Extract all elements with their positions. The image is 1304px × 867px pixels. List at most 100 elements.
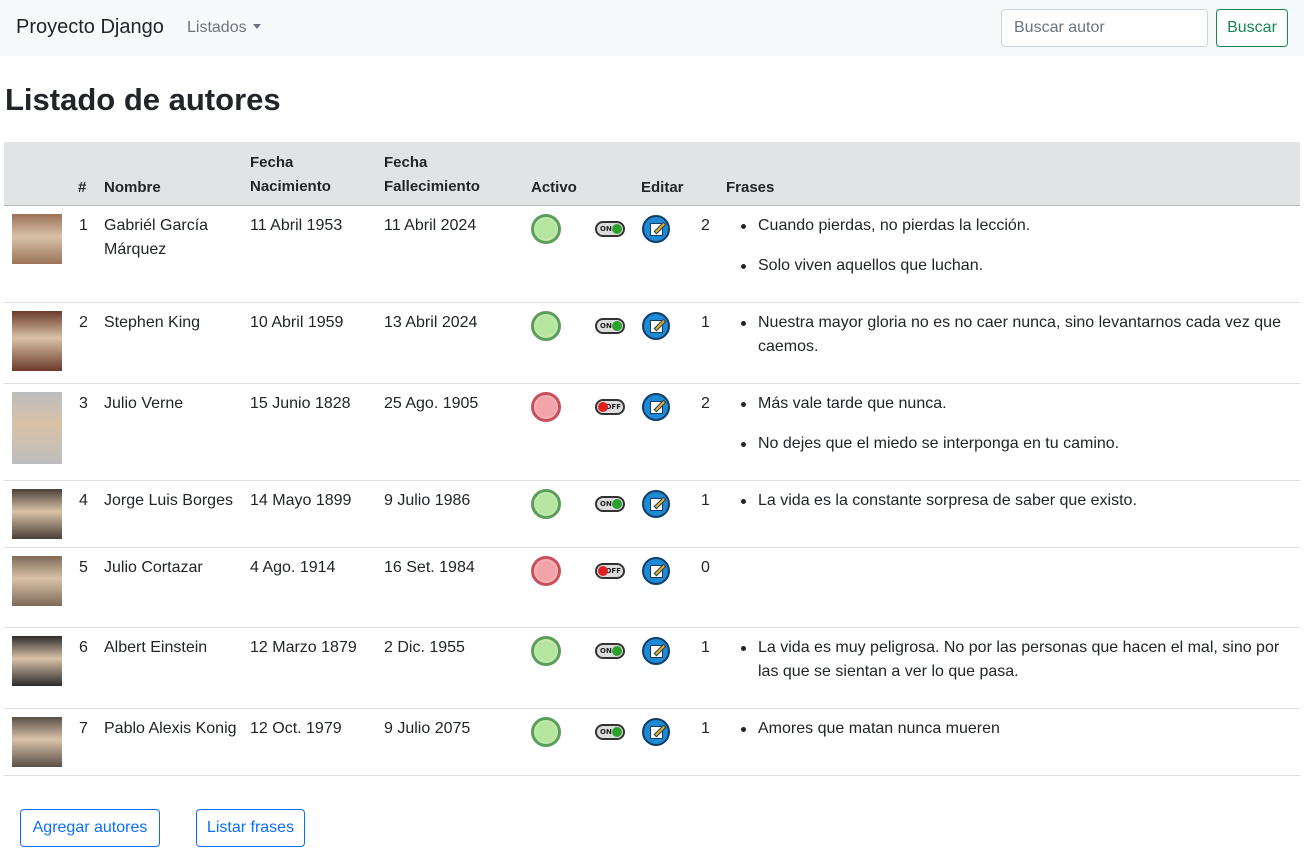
- toggle-knob: [612, 499, 622, 509]
- header-activo: Activo: [531, 179, 577, 196]
- author-name: Pablo Alexis Konig: [104, 717, 244, 741]
- author-num: 5: [79, 559, 88, 576]
- author-birth-date: 4 Ago. 1914: [250, 559, 336, 576]
- table-header: # Nombre Fecha Nacimiento Fecha Fallecim…: [4, 142, 1300, 206]
- phrases-list: La vida es la constante sorpresa de sabe…: [738, 489, 1283, 529]
- author-num: 2: [79, 314, 88, 331]
- phrase-count: 1: [701, 720, 710, 737]
- author-name-line1: Stephen King: [104, 314, 201, 331]
- author-name: Jorge Luis Borges: [104, 489, 244, 513]
- toggle-label: ON: [600, 728, 612, 736]
- toggle-knob: [612, 321, 622, 331]
- author-photo: [12, 214, 62, 264]
- phrases-list: Cuando pierdas, no pierdas la lección. So…: [738, 214, 1283, 294]
- edit-author-icon[interactable]: [642, 557, 670, 585]
- author-birth-date: 15 Junio 1828: [250, 395, 351, 412]
- header-num: #: [78, 179, 87, 196]
- author-name: Julio Verne: [104, 392, 244, 416]
- listados-dropdown[interactable]: Listados: [187, 19, 261, 37]
- active-status-icon: [531, 214, 561, 244]
- table-row: 2 Stephen King 10 Abril 1959 13 Abril 20…: [4, 303, 1300, 384]
- frase-item: Amores que matan nunca mueren: [738, 717, 1283, 741]
- header-nombre: Nombre: [104, 179, 161, 196]
- author-name-line1: Pablo Alexis Konig: [104, 720, 237, 737]
- toggle-active-switch[interactable]: ON: [595, 318, 625, 334]
- author-name-line1: Jorge Luis Borges: [104, 492, 233, 509]
- author-name-line1: Albert Einstein: [104, 639, 208, 656]
- frase-item: La vida es la constante sorpresa de sabe…: [738, 489, 1283, 513]
- page-title: Listado de autores: [5, 82, 281, 117]
- toggle-active-switch[interactable]: ON: [595, 221, 625, 237]
- author-death-date: 13 Abril 2024: [384, 314, 478, 331]
- active-status-icon: [531, 311, 561, 341]
- toggle-knob: [612, 727, 622, 737]
- toggle-knob: [612, 646, 622, 656]
- active-status-icon: [531, 489, 561, 519]
- author-birth-date: 10 Abril 1959: [250, 314, 344, 331]
- search-button[interactable]: Buscar: [1216, 9, 1288, 47]
- edit-author-icon[interactable]: [642, 215, 670, 243]
- toggle-active-switch[interactable]: ON: [595, 643, 625, 659]
- navbar-brand[interactable]: Proyecto Django: [16, 16, 164, 39]
- edit-author-icon[interactable]: [642, 637, 670, 665]
- toggle-knob: [612, 224, 622, 234]
- inactive-status-icon: [531, 392, 561, 422]
- table-row: 7 Pablo Alexis Konig 12 Oct. 1979 9 Juli…: [4, 709, 1300, 776]
- author-num: 7: [79, 720, 88, 737]
- author-name: Gabriél García Márquez: [104, 214, 244, 262]
- author-num: 4: [79, 492, 88, 509]
- author-death-date: 16 Set. 1984: [384, 559, 475, 576]
- author-name: Albert Einstein: [104, 636, 244, 660]
- author-name: Julio Cortazar: [104, 556, 244, 580]
- inactive-status-icon: [531, 556, 561, 586]
- edit-author-icon[interactable]: [642, 718, 670, 746]
- phrase-count: 1: [701, 639, 710, 656]
- list-phrases-button[interactable]: Listar frases: [196, 809, 305, 847]
- author-photo: [12, 636, 62, 686]
- author-name: Stephen King: [104, 311, 244, 335]
- listados-dropdown-label: Listados: [187, 19, 247, 36]
- navbar: Proyecto Django Listados Buscar: [0, 0, 1304, 56]
- caret-down-icon: [252, 24, 261, 29]
- phrase-count: 1: [701, 314, 710, 331]
- frase-item: La vida es muy peligrosa. No por las per…: [738, 636, 1283, 684]
- toggle-active-switch[interactable]: ON: [595, 724, 625, 740]
- header-fecha-fallecimiento-2: Fallecimiento: [384, 178, 480, 195]
- search-input[interactable]: [1001, 9, 1208, 47]
- edit-author-icon[interactable]: [642, 312, 670, 340]
- header-fecha-nacimiento-1: Fecha: [250, 154, 294, 171]
- table-row: 6 Albert Einstein 12 Marzo 1879 2 Dic. 1…: [4, 628, 1300, 709]
- phrase-count: 1: [701, 492, 710, 509]
- author-death-date: 25 Ago. 1905: [384, 395, 479, 412]
- phrase-count: 2: [701, 395, 710, 412]
- toggle-label: ON: [600, 647, 612, 655]
- edit-author-icon[interactable]: [642, 393, 670, 421]
- author-birth-date: 12 Marzo 1879: [250, 639, 357, 656]
- header-fecha-fallecimiento-1: Fecha: [384, 154, 428, 171]
- table-row: 4 Jorge Luis Borges 14 Mayo 1899 9 Julio…: [4, 481, 1300, 548]
- author-birth-date: 14 Mayo 1899: [250, 492, 352, 509]
- add-authors-button[interactable]: Agregar autores: [20, 809, 160, 847]
- toggle-label: ON: [600, 225, 612, 233]
- phrase-count: 0: [701, 559, 710, 576]
- toggle-knob: [598, 402, 608, 412]
- author-photo: [12, 717, 62, 767]
- author-num: 6: [79, 639, 88, 656]
- author-death-date: 11 Abril 2024: [384, 217, 477, 234]
- frase-item: Nuestra mayor gloria no es no caer nunca…: [738, 311, 1283, 359]
- active-status-icon: [531, 717, 561, 747]
- table-row: 5 Julio Cortazar 4 Ago. 1914 16 Set. 198…: [4, 548, 1300, 628]
- phrase-count: 2: [701, 217, 710, 234]
- author-photo: [12, 392, 62, 464]
- author-death-date: 9 Julio 2075: [384, 720, 471, 737]
- author-name-line1: Gabriél García: [104, 217, 209, 234]
- author-name-line1: Julio Verne: [104, 395, 184, 412]
- toggle-active-switch[interactable]: OFF: [595, 399, 625, 415]
- author-num: 1: [79, 217, 88, 234]
- author-photo: [12, 556, 62, 606]
- toggle-active-switch[interactable]: OFF: [595, 563, 625, 579]
- edit-author-icon[interactable]: [642, 490, 670, 518]
- frase-item: Cuando pierdas, no pierdas la lección.: [738, 214, 1283, 238]
- toggle-label: ON: [600, 500, 612, 508]
- toggle-active-switch[interactable]: ON: [595, 496, 625, 512]
